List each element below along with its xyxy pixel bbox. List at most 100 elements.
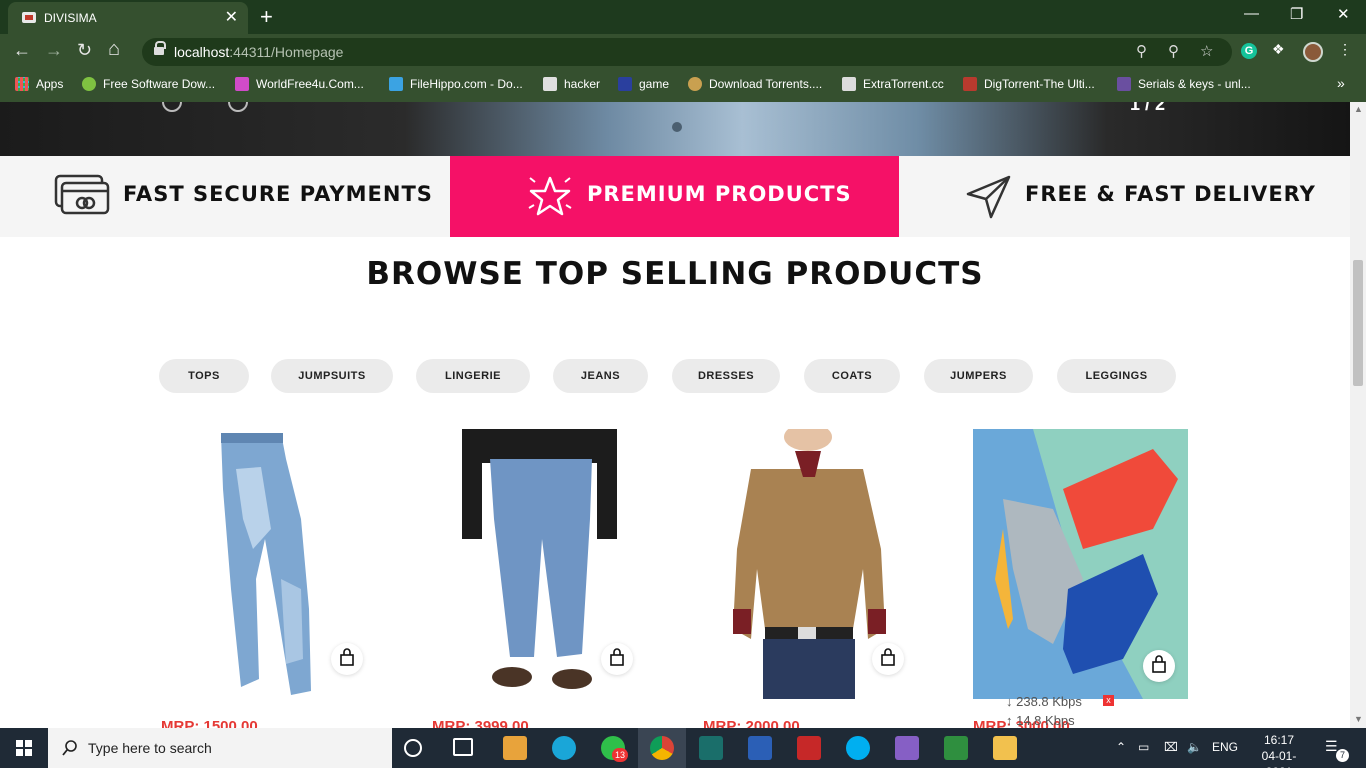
visual-studio-icon[interactable] bbox=[895, 736, 919, 760]
more-bookmarks-icon[interactable]: » bbox=[1337, 75, 1345, 91]
profile-avatar[interactable] bbox=[1303, 42, 1323, 62]
app-icon[interactable] bbox=[699, 736, 723, 760]
section-title: BROWSE TOP SELLING PRODUCTS bbox=[366, 256, 984, 292]
shopping-bag-icon bbox=[1152, 655, 1166, 673]
edge-icon[interactable] bbox=[552, 736, 576, 760]
restore-button[interactable]: ❐ bbox=[1290, 5, 1303, 23]
product-price: MRP: 3999.00 bbox=[432, 718, 529, 728]
paper-plane-icon bbox=[966, 175, 1011, 219]
taskbar-search-box[interactable]: Type here to search bbox=[48, 728, 392, 768]
word-icon[interactable] bbox=[748, 736, 772, 760]
features-strip: FAST SECURE PAYMENTS PREMIUM PRODUCTS FR… bbox=[0, 156, 1350, 237]
bookmark-star-icon[interactable]: ☆ bbox=[1200, 42, 1213, 60]
category-pill[interactable]: DRESSES bbox=[672, 359, 780, 393]
product-card[interactable] bbox=[973, 429, 1188, 699]
shopping-bag-icon bbox=[610, 648, 624, 666]
bookmark-apps[interactable]: Apps bbox=[15, 77, 63, 91]
site-favicon-icon bbox=[22, 12, 36, 23]
slider-next-icon[interactable] bbox=[228, 102, 248, 112]
scroll-thumb[interactable] bbox=[1353, 260, 1363, 386]
feature-label: PREMIUM PRODUCTS bbox=[587, 182, 852, 206]
category-pill[interactable]: LEGGINGS bbox=[1057, 359, 1176, 393]
search-placeholder: Type here to search bbox=[88, 740, 212, 756]
category-pill[interactable]: TOPS bbox=[159, 359, 249, 393]
file-explorer-icon[interactable] bbox=[993, 736, 1017, 760]
url-text[interactable]: localhost:44311/Homepage bbox=[174, 44, 343, 60]
bookmark-item[interactable]: Free Software Dow... bbox=[82, 77, 215, 91]
product-card[interactable] bbox=[432, 429, 647, 699]
bookmark-favicon-icon bbox=[618, 77, 632, 91]
windows-start-icon[interactable] bbox=[16, 740, 32, 756]
address-bar[interactable]: localhost:44311/Homepage ⚲ ⚲ ☆ bbox=[142, 38, 1232, 66]
bookmark-favicon-icon bbox=[235, 77, 249, 91]
extensions-puzzle-icon[interactable]: ❖ bbox=[1272, 41, 1285, 58]
feature-label: FREE & FAST DELIVERY bbox=[1025, 182, 1316, 206]
wifi-icon[interactable]: ⌧ bbox=[1164, 740, 1178, 754]
grammarly-icon[interactable]: G bbox=[1241, 43, 1257, 59]
bookmark-item[interactable]: Download Torrents.... bbox=[688, 77, 822, 91]
search-icon bbox=[62, 740, 77, 756]
store-icon[interactable] bbox=[503, 736, 527, 760]
clock-date: 04-01-2021 bbox=[1261, 749, 1297, 768]
credit-card-icon bbox=[54, 174, 110, 215]
chrome-icon[interactable] bbox=[650, 736, 674, 760]
category-pill[interactable]: COATS bbox=[804, 359, 900, 393]
feature-free-delivery: FREE & FAST DELIVERY bbox=[899, 156, 1350, 237]
category-pill[interactable]: LINGERIE bbox=[416, 359, 530, 393]
language-indicator[interactable]: ENG bbox=[1212, 740, 1238, 754]
bookmark-item[interactable]: FileHippo.com - Do... bbox=[389, 77, 523, 91]
bookmark-favicon-icon bbox=[543, 77, 557, 91]
download-speed: ↓ 238.8 Kbps bbox=[1006, 694, 1082, 709]
reload-icon[interactable]: ↻ bbox=[77, 40, 92, 61]
task-view-icon[interactable] bbox=[453, 738, 473, 756]
cortana-icon[interactable] bbox=[404, 739, 422, 757]
browser-menu-icon[interactable]: ⋮ bbox=[1338, 41, 1352, 58]
skype-icon[interactable] bbox=[846, 736, 870, 760]
bookmark-favicon-icon bbox=[688, 77, 702, 91]
slider-prev-icon[interactable] bbox=[162, 102, 182, 112]
category-pill[interactable]: JUMPSUITS bbox=[271, 359, 393, 393]
bookmark-item[interactable]: game bbox=[618, 77, 669, 91]
add-to-cart-button[interactable] bbox=[872, 643, 904, 675]
volume-icon[interactable]: 🔈 bbox=[1187, 740, 1202, 754]
minimize-button[interactable]: — bbox=[1244, 5, 1259, 22]
product-card[interactable] bbox=[703, 429, 918, 699]
web-page: 1 / 2 FAST SECURE PAYMENTS PREMIUM PRODU… bbox=[0, 102, 1350, 728]
tab-title: DIVISIMA bbox=[44, 11, 97, 25]
bookmark-item[interactable]: ExtraTorrent.cc bbox=[842, 77, 944, 91]
slide-counter: 1 / 2 bbox=[1130, 102, 1166, 114]
back-arrow-icon[interactable]: ← bbox=[13, 40, 31, 61]
forward-arrow-icon[interactable]: → bbox=[45, 40, 63, 61]
category-pill[interactable]: JEANS bbox=[553, 359, 648, 393]
feature-premium-products: PREMIUM PRODUCTS bbox=[450, 156, 899, 237]
battery-icon[interactable]: ▭ bbox=[1138, 740, 1149, 754]
browser-tab[interactable]: DIVISIMA ✕ bbox=[8, 2, 248, 34]
system-clock[interactable]: 16:17 04-01-2021 bbox=[1256, 732, 1302, 768]
tray-chevron-icon[interactable]: ⌃ bbox=[1116, 740, 1126, 754]
bookmark-item[interactable]: WorldFree4u.Com... bbox=[235, 77, 364, 91]
app-icon[interactable] bbox=[944, 736, 968, 760]
scroll-down-icon[interactable]: ▼ bbox=[1354, 714, 1363, 724]
add-to-cart-button[interactable] bbox=[1143, 650, 1175, 682]
bookmark-item[interactable]: hacker bbox=[543, 77, 600, 91]
close-window-button[interactable]: ✕ bbox=[1337, 5, 1350, 23]
bookmarks-bar: Apps Free Software Dow... WorldFree4u.Co… bbox=[0, 70, 1366, 102]
shopping-bag-icon bbox=[881, 648, 895, 666]
zoom-icon[interactable]: ⚲ bbox=[1168, 42, 1179, 60]
add-to-cart-button[interactable] bbox=[601, 643, 633, 675]
product-card[interactable] bbox=[161, 429, 376, 699]
new-tab-button[interactable]: + bbox=[260, 4, 273, 30]
home-icon[interactable]: ⌂ bbox=[108, 38, 120, 61]
acrobat-icon[interactable] bbox=[797, 736, 821, 760]
key-icon[interactable]: ⚲ bbox=[1136, 42, 1147, 60]
hero-banner: 1 / 2 bbox=[0, 102, 1350, 156]
close-tab-icon[interactable]: ✕ bbox=[225, 7, 238, 27]
bookmark-item[interactable]: DigTorrent-The Ulti... bbox=[963, 77, 1095, 91]
product-price: MRP: 2000.00 bbox=[703, 718, 800, 728]
add-to-cart-button[interactable] bbox=[331, 643, 363, 675]
bookmark-item[interactable]: Serials & keys - unl... bbox=[1117, 77, 1251, 91]
category-pill[interactable]: JUMPERS bbox=[924, 359, 1033, 393]
close-overlay-icon[interactable]: x bbox=[1103, 695, 1114, 706]
page-scrollbar[interactable]: ▲ ▼ bbox=[1350, 102, 1366, 728]
scroll-up-icon[interactable]: ▲ bbox=[1354, 104, 1363, 114]
